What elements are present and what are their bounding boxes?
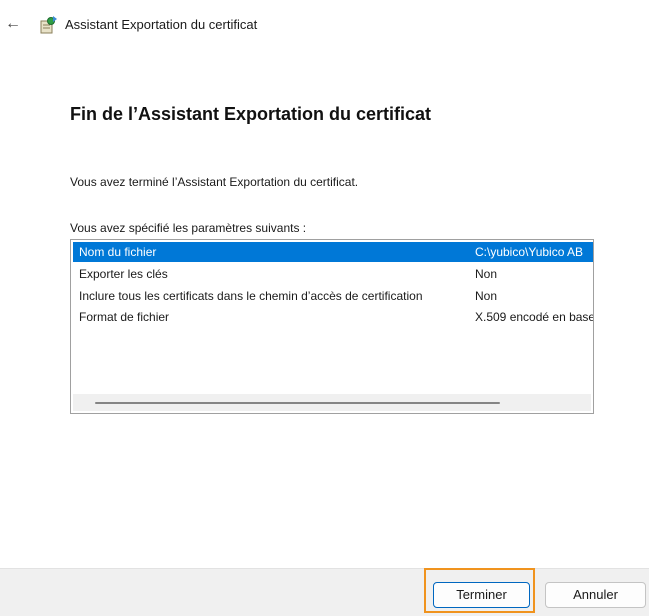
setting-name: Format de fichier bbox=[79, 310, 170, 324]
setting-value: Non bbox=[475, 289, 498, 303]
certificate-wizard-icon bbox=[38, 15, 58, 35]
list-item[interactable]: Exporter les clés Non bbox=[73, 264, 593, 284]
back-arrow-icon[interactable]: ← bbox=[4, 14, 22, 34]
list-item[interactable]: Format de fichier X.509 encodé en base 6… bbox=[73, 307, 593, 327]
setting-name: Exporter les clés bbox=[79, 267, 168, 281]
title-bar: ← Assistant Exportation du certificat bbox=[0, 0, 649, 48]
settings-list[interactable]: Nom du fichier C:\yubico\Yubico AB Expor… bbox=[70, 239, 594, 414]
intro-text: Vous avez terminé l’Assistant Exportatio… bbox=[70, 175, 359, 189]
settings-label: Vous avez spécifié les paramètres suivan… bbox=[70, 221, 307, 235]
setting-name: Nom du fichier bbox=[79, 245, 157, 259]
horizontal-scrollbar[interactable] bbox=[73, 394, 591, 411]
cancel-button[interactable]: Annuler bbox=[545, 582, 646, 608]
scrollbar-thumb[interactable] bbox=[95, 402, 500, 404]
setting-value: C:\yubico\Yubico AB bbox=[475, 245, 584, 259]
page-title: Fin de l’Assistant Exportation du certif… bbox=[70, 104, 432, 124]
list-item[interactable]: Nom du fichier C:\yubico\Yubico AB bbox=[73, 242, 593, 262]
finish-button[interactable]: Terminer bbox=[433, 582, 530, 608]
setting-name: Inclure tous les certificats dans le che… bbox=[79, 289, 423, 303]
setting-value: X.509 encodé en base 64 bbox=[475, 310, 593, 324]
list-item[interactable]: Inclure tous les certificats dans le che… bbox=[73, 286, 593, 306]
setting-value: Non bbox=[475, 267, 498, 281]
window-title: Assistant Exportation du certificat bbox=[65, 17, 258, 32]
